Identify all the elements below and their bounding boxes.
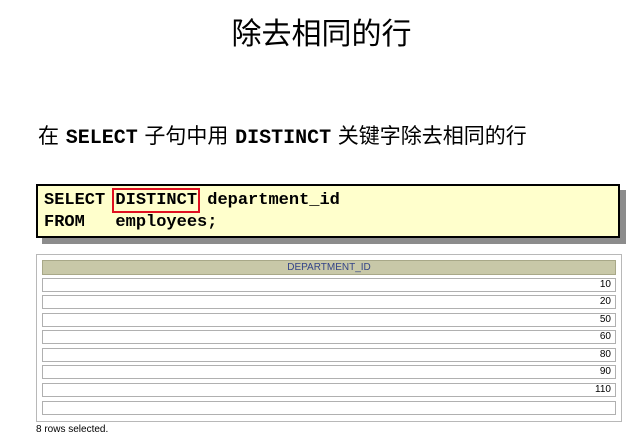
column-header-department-id: DEPARTMENT_ID — [42, 260, 616, 275]
query-result-panel: DEPARTMENT_ID 10 20 50 60 80 90 110 — [36, 254, 622, 422]
code-distinct-highlight: DISTINCT — [112, 188, 201, 213]
table-row: 50 — [42, 313, 616, 327]
rows-selected-status: 8 rows selected. — [36, 424, 109, 433]
table-row: 10 — [42, 278, 616, 292]
subtitle-keyword-select: SELECT — [65, 127, 138, 150]
subtitle-keyword-distinct: DISTINCT — [235, 127, 332, 150]
code-line-1: SELECT DISTINCT department_id — [44, 188, 340, 213]
subtitle-middle: 子句中用 — [137, 124, 236, 148]
table-row — [42, 401, 616, 415]
sql-code-box: SELECT DISTINCT department_id FROM emplo… — [36, 184, 620, 238]
table-row: 80 — [42, 348, 616, 362]
subtitle-suffix: 关键字除去相同的行 — [331, 124, 527, 148]
table-row: 60 — [42, 330, 616, 344]
code-select-keyword: SELECT — [44, 191, 116, 210]
code-column-name: department_id — [197, 191, 340, 210]
table-row: 110 — [42, 383, 616, 397]
table-row: 20 — [42, 295, 616, 309]
subtitle: 在 SELECT 子句中用 DISTINCT 关键字除去相同的行 — [38, 122, 527, 153]
code-line-2: FROM employees; — [44, 213, 218, 232]
subtitle-prefix: 在 — [38, 124, 66, 148]
table-row: 90 — [42, 365, 616, 379]
slide-title: 除去相同的行 — [231, 17, 412, 52]
